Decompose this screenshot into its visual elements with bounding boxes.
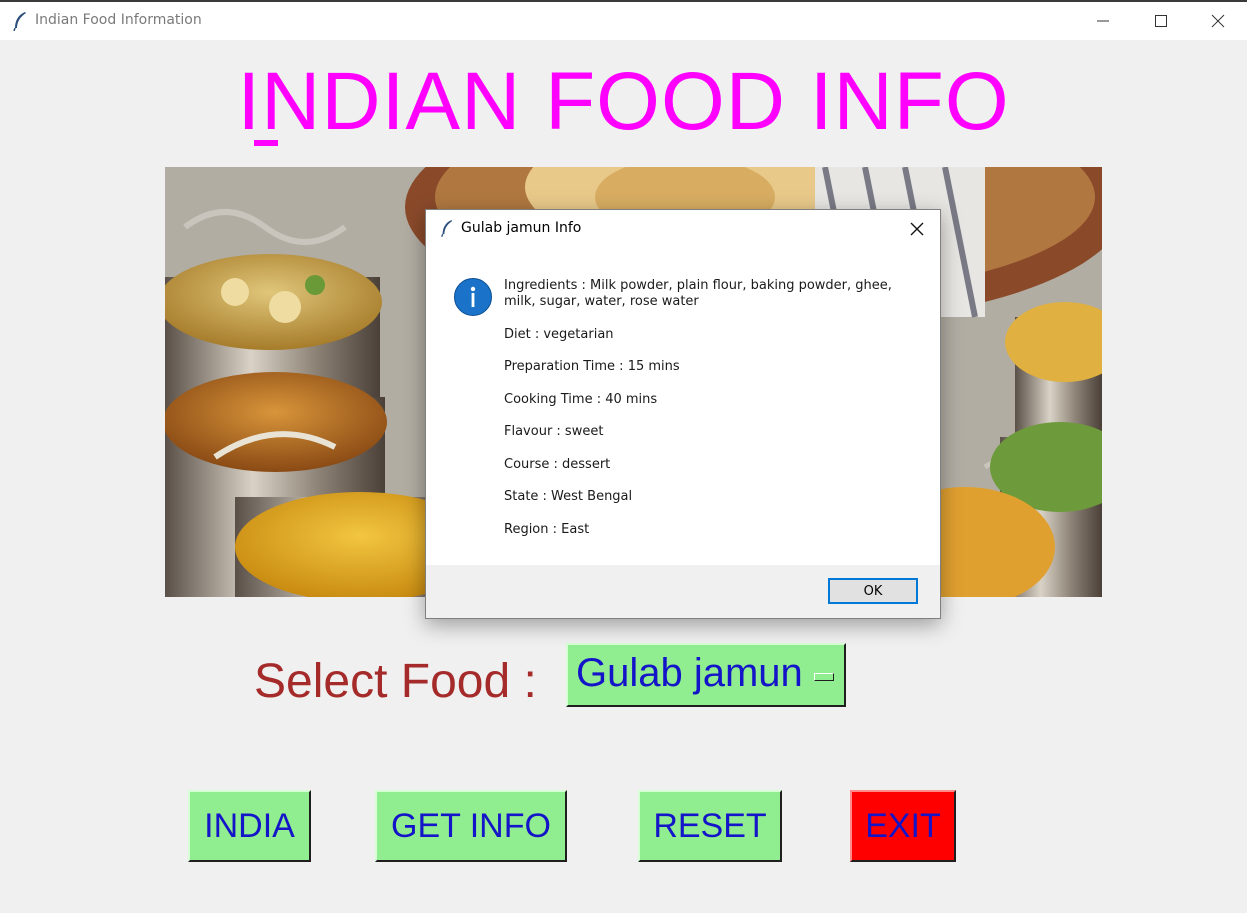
dialog-close-button[interactable] [902,214,932,244]
state-line: State : West Bengal [504,489,633,504]
dialog-footer: OK [426,565,940,618]
food-info-dialog: Gulab jamun Info Ingredients : Milk powd… [425,209,941,619]
feather-icon [12,11,28,32]
dialog-title: Gulab jamun Info [461,220,582,236]
feather-icon [440,219,454,241]
select-food-label: Select Food : [254,655,537,708]
close-icon [1211,14,1225,28]
page-title: INDIAN FOOD INFO [237,56,1010,147]
food-dropdown[interactable]: Gulab jamun [566,643,846,707]
maximize-icon [1155,15,1167,27]
exit-button[interactable]: EXIT [850,790,956,862]
info-icon [454,278,492,316]
course-line: Course : dessert [504,456,611,472]
window-title: Indian Food Information [35,12,202,28]
minimize-icon [1097,20,1109,22]
window-titlebar: Indian Food Information [0,0,1247,40]
maximize-button[interactable] [1132,2,1190,40]
ok-button[interactable]: OK [828,578,918,604]
selected-food-value: Gulab jamun [576,651,803,695]
dropdown-indicator-icon [814,673,834,681]
ingredients-line: Ingredients : Milk powder, plain flour, … [504,278,892,309]
close-window-button[interactable] [1189,2,1247,40]
cooking-time-line: Cooking Time : 40 mins [504,391,658,407]
region-line: Region : East [504,521,590,537]
get-info-button[interactable]: GET INFO [375,790,567,862]
food-info-lines: Ingredients : Milk powder, plain flour, … [504,278,914,554]
minimize-button[interactable] [1074,2,1132,40]
preparation-time-line: Preparation Time : 15 mins [504,359,680,374]
flavour-line: Flavour : sweet [504,424,604,439]
close-icon [910,222,924,236]
reset-button[interactable]: RESET [638,790,782,862]
india-button[interactable]: INDIA [188,790,311,862]
text-cursor [254,140,278,146]
diet-line: Diet : vegetarian [504,326,614,342]
